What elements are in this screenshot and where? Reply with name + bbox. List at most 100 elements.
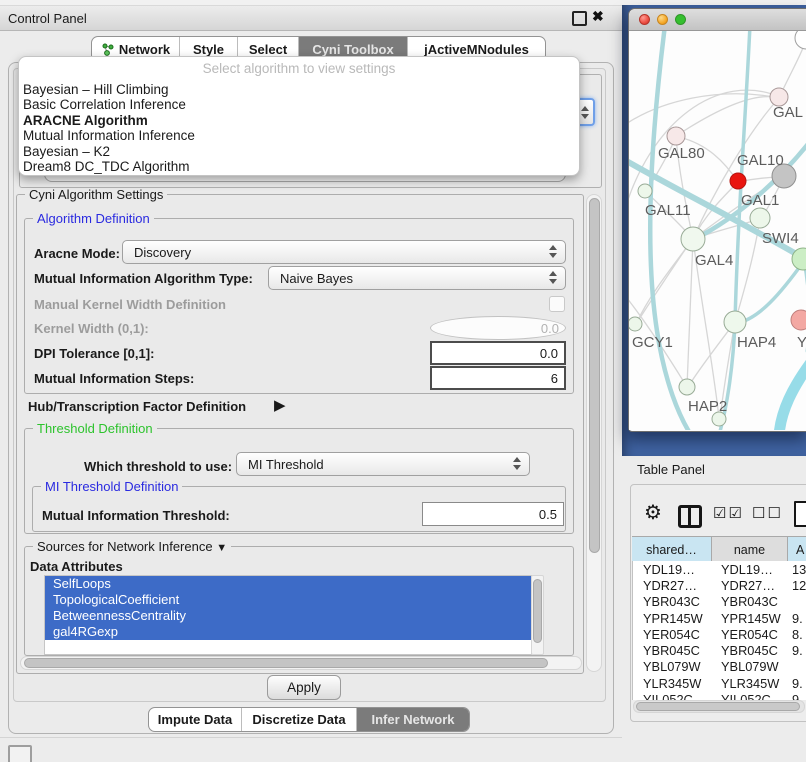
network-window-titlebar[interactable] [629,9,806,31]
node-labels: GAL GAL80 GAL10 GAL11 GAL1 SWI4 GAL4 GCY… [632,104,806,415]
list-item[interactable]: TopologicalCoefficient [45,592,531,608]
dropdown-item-selected[interactable]: ARACNE Algorithm [23,113,575,128]
control-panel-titlebar: Control Panel [0,6,622,31]
node-Y-partial[interactable] [791,310,806,330]
kernel-width-label: Kernel Width (0,1): [34,321,149,336]
mi-threshold-field[interactable]: 0.5 [422,502,564,526]
dropdown-item[interactable]: Mutual Information Inference [23,128,575,143]
mi-threshold-label: Mutual Information Threshold: [42,508,230,523]
table-row[interactable]: YIL052CYIL052C9 [633,691,806,700]
collapse-down-icon[interactable]: ▼ [216,542,227,554]
dropdown-item[interactable]: Dream8 DC_TDC Algorithm [23,159,575,174]
close-traffic-light[interactable] [639,14,650,25]
node-label: GAL10 [737,152,784,169]
which-threshold-label: Which threshold to use: [84,459,232,474]
cyni-settings-title: Cyni Algorithm Settings [25,187,167,202]
network-window: GAL GAL80 GAL10 GAL11 GAL1 SWI4 GAL4 GCY… [628,8,806,432]
dpi-tolerance-field[interactable]: 0.0 [430,341,566,365]
table-row[interactable]: YBL079WYBL079W [633,659,806,675]
list-scrollbar-thumb[interactable] [533,579,542,643]
node-GAL4[interactable] [681,227,705,251]
spinner-down-icon [581,114,589,119]
node-label: GAL11 [645,202,691,219]
expand-right-icon[interactable]: ▶ [274,396,286,414]
bottom-divider [0,737,622,738]
combo-arrows-icon [549,245,557,258]
node-HAP4[interactable] [724,311,746,333]
table-row[interactable]: YPR145WYPR145W9. [633,610,806,626]
dropdown-item[interactable]: Bayesian – K2 [23,144,575,159]
sources-title: Sources for Network Inference [37,539,213,554]
node-GAL10[interactable] [730,173,746,189]
table-horizontal-scrollbar-thumb[interactable] [636,702,800,711]
node-label: Y [797,334,806,351]
network-icon [101,43,114,56]
mi-type-label: Mutual Information Algorithm Type: [34,271,253,286]
horizontal-scrollbar-thumb[interactable] [24,658,548,668]
table-horizontal-scrollbar[interactable] [633,700,805,713]
aracne-mode-combo[interactable]: Discovery [122,240,566,264]
unchecked-pair-icon[interactable]: ☐☐ [752,504,783,522]
page-icon[interactable] [794,501,806,527]
checked-pair-icon[interactable]: ☑☑ [713,504,744,522]
minimize-traffic-light[interactable] [657,14,668,25]
mi-steps-field[interactable]: 6 [430,366,566,390]
list-scrollbar[interactable] [531,575,544,655]
hub-definition-label: Hub/Transcription Factor Definition [28,399,246,414]
manual-kernel-checkbox[interactable] [549,296,565,312]
tab-discretize-data[interactable]: Discretize Data [241,708,356,731]
network-graph: GAL GAL80 GAL10 GAL11 GAL1 SWI4 GAL4 GCY… [629,31,806,430]
apply-button[interactable]: Apply [267,675,341,700]
network-canvas[interactable]: GAL GAL80 GAL10 GAL11 GAL1 SWI4 GAL4 GCY… [629,31,806,430]
list-item[interactable]: BetweennessCentrality [45,608,531,624]
data-attributes-list: SelfLoops TopologicalCoefficient Between… [44,575,532,655]
table-body: YDL19…YDL19…13 YDR27…YDR27…12 YBR043CYBR… [632,561,806,700]
which-threshold-combo[interactable]: MI Threshold [236,452,530,476]
mi-type-combo[interactable]: Naive Bayes [268,266,566,290]
tab-infer-network[interactable]: Infer Network [356,708,469,731]
float-window-icon[interactable] [572,11,587,26]
column-header-partial[interactable]: A [788,537,806,562]
node-GAL11[interactable] [638,184,652,198]
table-panel-title: Table Panel [637,462,705,477]
cytoscape-app: Control Panel ✖ Network Style Select Cyn… [0,0,806,762]
node-GAL80[interactable] [667,127,685,145]
node-label: GAL [773,104,803,121]
column-header-name[interactable]: name [712,537,788,562]
list-item[interactable]: gal4RGexp [45,624,531,640]
table-row[interactable]: YBR043CYBR043C [633,594,806,610]
column-header-shared[interactable]: shared… [632,537,712,562]
table-row[interactable]: YER054CYER054C8. [633,626,806,642]
close-icon[interactable]: ✖ [592,8,604,25]
horizontal-scrollbar[interactable] [20,656,582,670]
table-header: shared… name A [632,536,806,563]
node-GCY1[interactable] [629,317,642,331]
combo-arrows-icon [513,457,521,470]
table-row[interactable]: YDR27…YDR27…12 [633,577,806,593]
list-item[interactable]: SelfLoops [45,576,531,592]
combo-arrows-icon [549,271,557,284]
node-HAP2[interactable] [679,379,695,395]
dropdown-item[interactable]: Bayesian – Hill Climbing [23,82,575,97]
mi-steps-label: Mutual Information Steps: [34,371,194,386]
node-label: GAL4 [695,252,733,269]
split-columns-icon[interactable] [678,505,702,528]
zoom-traffic-light[interactable] [675,14,686,25]
settings-scrollbar-thumb[interactable] [589,198,600,553]
aracne-mode-label: Aracne Mode: [34,246,120,261]
settings-scrollbar[interactable] [586,194,602,672]
node-partial[interactable] [795,31,806,49]
minimized-panel-icon[interactable] [8,745,32,762]
table-row[interactable]: YLR345WYLR345W9. [633,675,806,691]
kernel-width-field[interactable]: 0.0 [430,316,566,340]
table-row[interactable]: YDL19…YDL19…13 [633,561,806,577]
node-label: HAP4 [737,334,776,351]
node-GAL1[interactable] [750,208,770,228]
gear-icon[interactable]: ⚙ [644,500,662,525]
dropdown-item[interactable]: Basic Correlation Inference [23,97,575,112]
table-row[interactable]: YBR045CYBR045C9. [633,642,806,658]
dropdown-hint: Select algorithm to view settings [19,61,579,76]
tab-impute-data[interactable]: Impute Data [149,708,241,731]
node-label: GAL1 [741,192,779,209]
bottom-tabbar: Impute Data Discretize Data Infer Networ… [148,707,470,732]
